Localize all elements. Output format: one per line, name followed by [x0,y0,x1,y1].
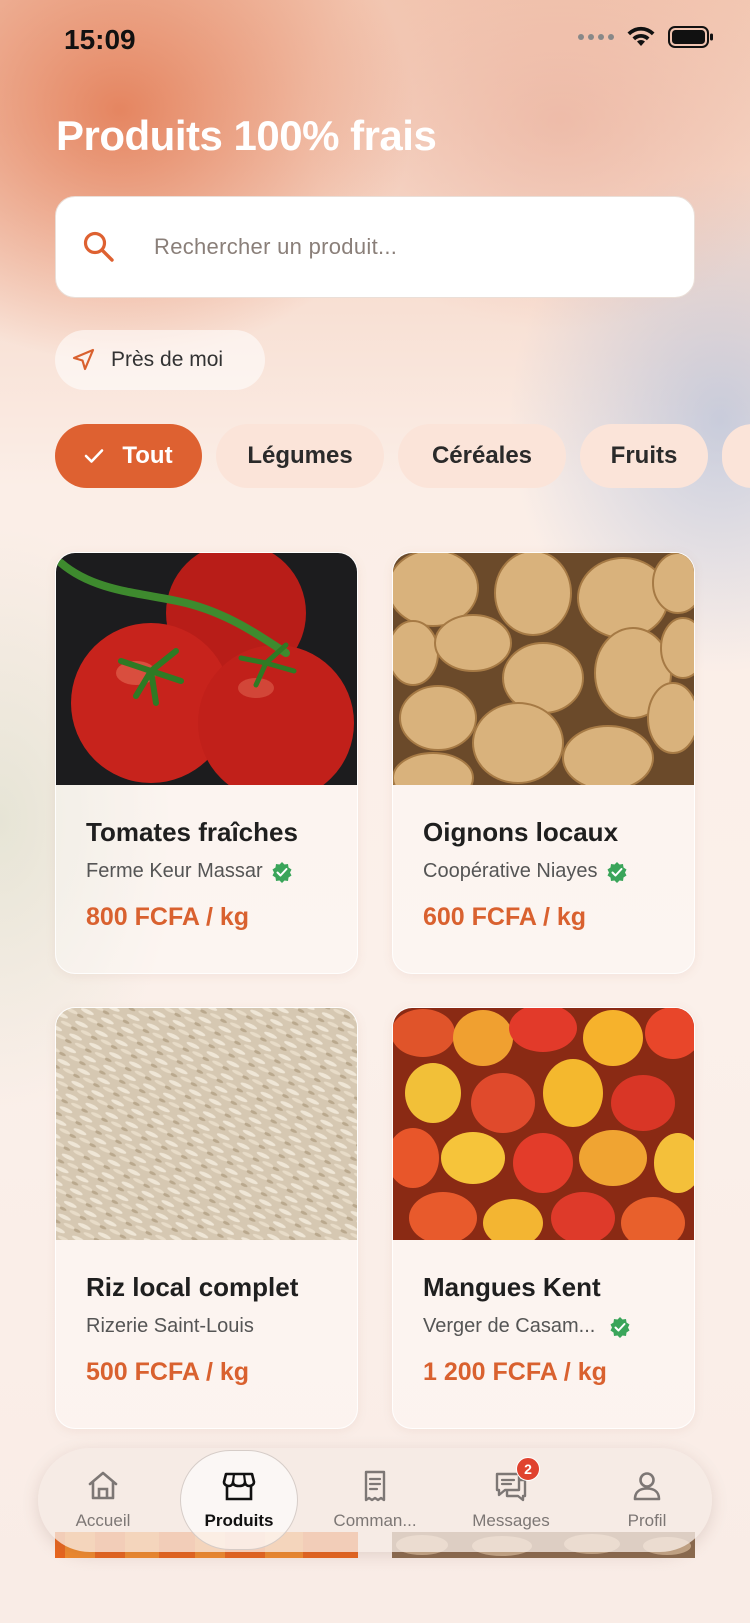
tab-profile[interactable]: Profil [582,1448,712,1552]
category-filter: Tout Légumes Céréales Fruits [55,424,750,490]
seller-name: Verger de Casam... [423,1315,596,1337]
chip-cereals[interactable]: Céréales [398,424,566,488]
tab-bar: Accueil Produits Comman... 2 Messages Pr… [38,1448,712,1552]
search-placeholder: Rechercher un produit... [154,234,398,259]
tab-label: Accueil [75,1511,131,1530]
chip-label: Céréales [431,442,533,469]
product-price: 600 FCFA / kg [423,903,587,931]
store-icon [222,1472,256,1501]
chip-all[interactable]: Tout [55,424,202,488]
product-name: Tomates fraîches [86,817,298,847]
status-icons [578,26,714,48]
chip-label: Fruits [610,442,678,469]
home-icon [88,1471,118,1500]
product-image-onions [393,553,694,785]
check-icon [85,449,104,463]
battery-icon [668,26,713,48]
product-name: Mangues Kent [423,1272,601,1302]
status-bar: 15:09 [0,0,750,84]
message-count-badge: 2 [516,1457,540,1481]
verified-icon [610,1316,630,1338]
chip-label: Légumes [247,442,353,469]
page-title: Produits 100% frais [56,112,437,159]
tab-orders[interactable]: Comman... [310,1448,440,1552]
product-image-rice [56,1008,357,1240]
chip-label: Tout [122,442,173,469]
seller-name: Ferme Keur Massar [86,860,263,882]
product-seller: Coopérative Niayes [423,860,664,883]
receipt-icon [364,1470,386,1502]
product-seller: Verger de Casam... [423,1315,664,1338]
status-time: 15:09 [64,24,136,55]
tab-products[interactable]: Produits [174,1448,304,1552]
near-me-button[interactable]: Près de moi [55,330,265,390]
near-me-label: Près de moi [111,348,224,371]
tab-label: Profil [627,1511,667,1530]
chip-more[interactable] [722,424,750,488]
signal-icon [578,34,614,40]
search-input[interactable]: Rechercher un produit... [55,196,695,298]
product-card[interactable]: Riz local complet Rizerie Saint-Louis 50… [55,1007,358,1429]
seller-name: Rizerie Saint-Louis [86,1315,254,1337]
product-name: Oignons locaux [423,817,619,847]
tab-home[interactable]: Accueil [38,1448,168,1552]
product-price: 1 200 FCFA / kg [423,1358,607,1386]
location-arrow-icon [72,348,95,371]
wifi-icon [627,26,655,46]
product-price: 500 FCFA / kg [86,1358,250,1386]
search-icon [83,231,114,262]
tab-label: Produits [204,1511,274,1530]
product-seller: Ferme Keur Massar [86,860,327,883]
chat-icon: 2 [494,1457,540,1503]
chip-fruits[interactable]: Fruits [580,424,708,488]
verified-icon [272,861,292,883]
product-card[interactable]: Oignons locaux Coopérative Niayes 600 FC… [392,552,695,974]
verified-icon [607,861,627,883]
product-image-tomatoes [56,553,357,785]
product-card[interactable]: Tomates fraîches Ferme Keur Massar 800 F… [55,552,358,974]
tab-label: Messages [472,1511,550,1530]
tab-messages[interactable]: 2 Messages [446,1448,576,1552]
product-seller: Rizerie Saint-Louis [86,1315,327,1338]
tab-label: Comman... [333,1511,417,1530]
product-image-mangoes [393,1008,694,1240]
user-icon [633,1472,661,1501]
product-card[interactable]: Mangues Kent Verger de Casam... 1 200 FC… [392,1007,695,1429]
chip-vegetables[interactable]: Légumes [216,424,384,488]
seller-name: Coopérative Niayes [423,860,598,882]
product-price: 800 FCFA / kg [86,903,250,931]
product-name: Riz local complet [86,1272,299,1302]
